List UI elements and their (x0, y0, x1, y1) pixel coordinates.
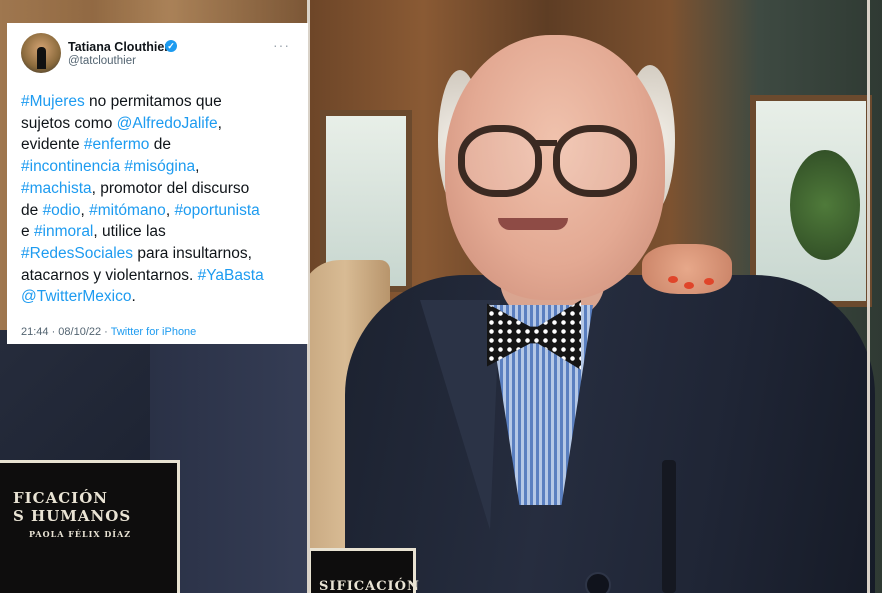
tweet-line: #RedesSociales para insultarnos, (21, 243, 306, 265)
tweet-card: Tatiana Clouthier ✓ @tatclouthier ··· #M… (7, 23, 308, 344)
hashtag-link[interactable]: #oportunista (174, 202, 259, 219)
tweet-meta: 21:44 · 08/10/22 · Twitter for iPhone (21, 326, 196, 338)
tweet-text-segment: de (21, 201, 43, 219)
tweet-text-segment: . (131, 288, 136, 306)
mention-link[interactable]: @AlfredoJalife (117, 115, 218, 132)
book-left-title-2: S HUMANOS (13, 507, 132, 525)
tweet-text-segment: para insultarnos, (133, 244, 252, 262)
tweet-text-segment: , (80, 201, 90, 219)
mouth (498, 218, 568, 230)
tweet-line: sujetos como @AlfredoJalife, (21, 113, 306, 135)
fingernail (704, 278, 714, 285)
glasses-bridge (535, 140, 557, 146)
tweet-text-segment: sujetos como (21, 114, 117, 132)
tweet-text-segment: atacarnos y violentarnos. (21, 266, 198, 284)
hashtag-link[interactable]: #RedesSociales (21, 245, 133, 262)
glasses-lens-left (458, 125, 542, 197)
tweet-timestamp[interactable]: 21:44 · 08/10/22 · (21, 326, 111, 338)
tweet-text-segment: , promotor del discurso (91, 179, 250, 197)
book-left-title-1: FICACIÓN (13, 489, 108, 507)
fingernail (668, 276, 678, 283)
hashtag-link[interactable]: #incontinencia (21, 158, 120, 175)
hashtag-link[interactable]: #misógina (124, 158, 195, 175)
tweet-text-segment: , utilice las (93, 223, 166, 241)
mention-link[interactable]: @TwitterMexico (21, 288, 131, 305)
tweet-source[interactable]: Twitter for iPhone (111, 326, 197, 338)
book-left: FICACIÓN S HUMANOS PAOLA FÉLIX DÍAZ (0, 460, 180, 593)
avatar-figure (37, 47, 46, 69)
display-name[interactable]: Tatiana Clouthier (68, 40, 169, 54)
tweet-line: de #odio, #mitómano, #oportunista (21, 200, 306, 222)
fingernail (684, 282, 694, 289)
user-handle[interactable]: @tatclouthier (68, 55, 136, 67)
more-options-icon[interactable]: ··· (273, 37, 290, 53)
hashtag-link[interactable]: #mitómano (89, 202, 166, 219)
tweet-text-segment: evidente (21, 136, 84, 154)
tweet-line: evidente #enfermo de (21, 134, 306, 156)
tweet-line: #Mujeres no permitamos que (21, 91, 306, 113)
tweet-text: #Mujeres no permitamos que sujetos como @… (21, 91, 306, 308)
tweet-line: e #inmoral, utilice las (21, 221, 306, 243)
tweet-line: #machista, promotor del discurso (21, 178, 306, 200)
hashtag-link[interactable]: #Mujeres (21, 93, 85, 110)
tweet-line: atacarnos y violentarnos. #YaBasta (21, 265, 306, 287)
jacket-button (585, 572, 611, 593)
pen (662, 460, 676, 593)
tweet-text-segment: , (195, 158, 200, 176)
tweet-text-segment: no permitamos que (84, 93, 222, 110)
hashtag-link[interactable]: #enfermo (84, 136, 149, 153)
avatar[interactable] (21, 33, 61, 73)
tweet-text-segment: , (217, 114, 222, 132)
book-right: SIFICACIÓN (308, 548, 419, 593)
hashtag-link[interactable]: #odio (43, 202, 81, 219)
hashtag-link[interactable]: #inmoral (34, 223, 93, 240)
plant (790, 150, 860, 260)
hashtag-link[interactable]: #YaBasta (198, 267, 264, 284)
tweet-text-segment: de (149, 136, 171, 154)
glasses-lens-right (553, 125, 637, 197)
tweet-line: @TwitterMexico. (21, 286, 306, 308)
hashtag-link[interactable]: #machista (21, 180, 92, 197)
verified-badge-icon: ✓ (165, 40, 177, 52)
book-right-title: SIFICACIÓN (319, 579, 420, 593)
tweet-line: #incontinencia #misógina, (21, 156, 306, 178)
collage-divider (867, 0, 870, 593)
tweet-text-segment: e (21, 223, 34, 241)
book-left-author: PAOLA FÉLIX DÍAZ (29, 529, 132, 539)
